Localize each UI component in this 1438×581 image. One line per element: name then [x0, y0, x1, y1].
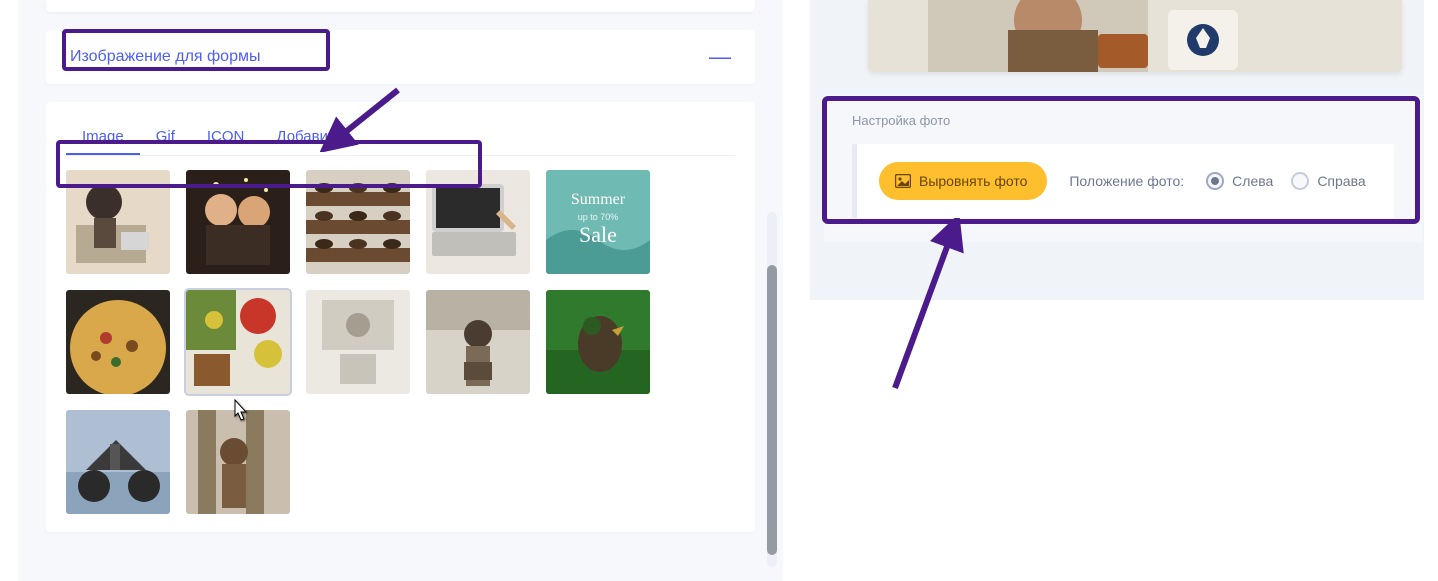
position-radio-group: Слева Справа	[1206, 172, 1365, 190]
tab-gif[interactable]: Gif	[140, 120, 191, 155]
photo-settings-card: Настройка фото Выровнять фото Положение …	[824, 95, 1422, 242]
align-photo-button-label: Выровнять фото	[919, 173, 1027, 189]
gallery-thumb[interactable]: Summer Saleup to 70%	[546, 170, 650, 274]
gallery-thumb[interactable]	[66, 410, 170, 514]
gallery-thumb[interactable]	[186, 290, 290, 394]
image-icon	[895, 174, 911, 188]
tab-icon[interactable]: ICON	[191, 120, 261, 155]
photo-settings-title: Настройка фото	[852, 113, 1394, 128]
svg-text:Sale: Sale	[579, 222, 617, 247]
gallery-thumb[interactable]	[426, 290, 530, 394]
photo-settings-row: Выровнять фото Положение фото: Слева Спр…	[852, 144, 1394, 218]
tab-add[interactable]: Добавить	[260, 120, 358, 155]
radio-left[interactable]: Слева	[1206, 172, 1273, 190]
gallery-thumb[interactable]	[426, 170, 530, 274]
gallery-thumb[interactable]	[306, 290, 410, 394]
gallery-thumb[interactable]	[546, 290, 650, 394]
svg-text:Summer: Summer	[571, 191, 626, 208]
gallery-thumb[interactable]	[186, 410, 290, 514]
scrollbar-thumb[interactable]	[767, 265, 777, 555]
radio-icon	[1206, 172, 1224, 190]
tab-image[interactable]: Image	[66, 120, 140, 155]
right-panel: Настройка фото Выровнять фото Положение …	[810, 0, 1424, 300]
image-picker-tabs: Image Gif ICON Добавить	[66, 120, 735, 156]
radio-right-label: Справа	[1317, 173, 1365, 189]
prev-card-strip	[46, 0, 755, 12]
gallery-thumb[interactable]	[186, 170, 290, 274]
image-picker-panel: Image Gif ICON Добавить Summer Saleup to …	[46, 102, 755, 532]
collapse-icon[interactable]: —	[709, 52, 731, 62]
gallery-thumb[interactable]	[66, 290, 170, 394]
left-panel: Изображение для формы — Image Gif ICON Д…	[18, 0, 783, 581]
svg-text:up to 70%: up to 70%	[578, 212, 619, 222]
section-header[interactable]: Изображение для формы —	[46, 30, 755, 84]
preview-card	[868, 0, 1402, 72]
section-title: Изображение для формы	[70, 48, 260, 66]
gallery-thumb[interactable]	[66, 170, 170, 274]
gallery-thumb[interactable]	[306, 170, 410, 274]
position-label: Положение фото:	[1069, 173, 1184, 189]
radio-left-label: Слева	[1232, 173, 1273, 189]
radio-icon	[1291, 172, 1309, 190]
radio-right[interactable]: Справа	[1291, 172, 1365, 190]
align-photo-button[interactable]: Выровнять фото	[879, 162, 1047, 200]
image-gallery: Summer Saleup to 70%	[66, 170, 706, 514]
